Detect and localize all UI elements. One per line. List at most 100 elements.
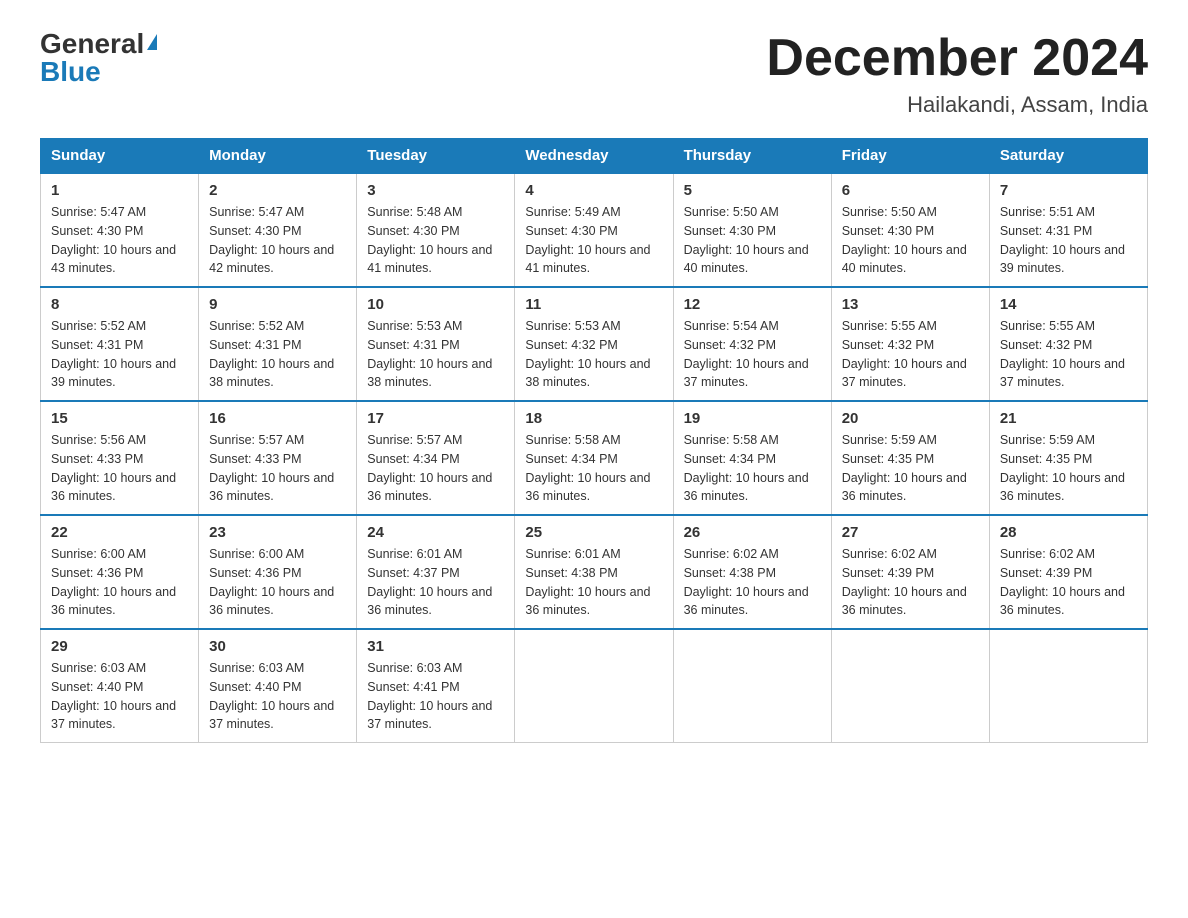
day-info: Sunrise: 6:00 AMSunset: 4:36 PMDaylight:… [209,545,346,620]
day-number: 18 [525,410,662,427]
day-number: 23 [209,524,346,541]
day-info: Sunrise: 5:55 AMSunset: 4:32 PMDaylight:… [1000,317,1137,392]
calendar-cell: 9 Sunrise: 5:52 AMSunset: 4:31 PMDayligh… [199,287,357,401]
col-header-wednesday: Wednesday [515,139,673,174]
day-info: Sunrise: 5:50 AMSunset: 4:30 PMDaylight:… [842,203,979,278]
day-number: 26 [684,524,821,541]
day-number: 15 [51,410,188,427]
calendar-cell: 14 Sunrise: 5:55 AMSunset: 4:32 PMDaylig… [989,287,1147,401]
calendar-cell: 25 Sunrise: 6:01 AMSunset: 4:38 PMDaylig… [515,515,673,629]
day-info: Sunrise: 5:59 AMSunset: 4:35 PMDaylight:… [1000,431,1137,506]
day-number: 31 [367,638,504,655]
day-info: Sunrise: 6:03 AMSunset: 4:40 PMDaylight:… [51,659,188,734]
day-number: 4 [525,182,662,199]
day-number: 22 [51,524,188,541]
day-number: 3 [367,182,504,199]
day-info: Sunrise: 5:47 AMSunset: 4:30 PMDaylight:… [209,203,346,278]
calendar-cell: 31 Sunrise: 6:03 AMSunset: 4:41 PMDaylig… [357,629,515,743]
calendar-week-row: 22 Sunrise: 6:00 AMSunset: 4:36 PMDaylig… [41,515,1148,629]
day-number: 13 [842,296,979,313]
calendar-cell [673,629,831,743]
day-info: Sunrise: 5:52 AMSunset: 4:31 PMDaylight:… [51,317,188,392]
calendar-cell: 15 Sunrise: 5:56 AMSunset: 4:33 PMDaylig… [41,401,199,515]
calendar-cell [831,629,989,743]
col-header-tuesday: Tuesday [357,139,515,174]
logo-triangle-icon [147,34,157,50]
day-info: Sunrise: 5:53 AMSunset: 4:31 PMDaylight:… [367,317,504,392]
calendar-cell: 17 Sunrise: 5:57 AMSunset: 4:34 PMDaylig… [357,401,515,515]
day-info: Sunrise: 5:52 AMSunset: 4:31 PMDaylight:… [209,317,346,392]
day-number: 16 [209,410,346,427]
calendar-cell: 7 Sunrise: 5:51 AMSunset: 4:31 PMDayligh… [989,173,1147,287]
day-info: Sunrise: 5:50 AMSunset: 4:30 PMDaylight:… [684,203,821,278]
day-number: 14 [1000,296,1137,313]
calendar-cell: 26 Sunrise: 6:02 AMSunset: 4:38 PMDaylig… [673,515,831,629]
calendar-cell [989,629,1147,743]
day-info: Sunrise: 6:02 AMSunset: 4:39 PMDaylight:… [1000,545,1137,620]
calendar-cell: 6 Sunrise: 5:50 AMSunset: 4:30 PMDayligh… [831,173,989,287]
calendar-cell: 24 Sunrise: 6:01 AMSunset: 4:37 PMDaylig… [357,515,515,629]
day-info: Sunrise: 5:59 AMSunset: 4:35 PMDaylight:… [842,431,979,506]
day-number: 29 [51,638,188,655]
day-info: Sunrise: 5:48 AMSunset: 4:30 PMDaylight:… [367,203,504,278]
calendar-week-row: 29 Sunrise: 6:03 AMSunset: 4:40 PMDaylig… [41,629,1148,743]
title-area: December 2024 Hailakandi, Assam, India [766,30,1148,118]
col-header-saturday: Saturday [989,139,1147,174]
day-number: 1 [51,182,188,199]
calendar-week-row: 1 Sunrise: 5:47 AMSunset: 4:30 PMDayligh… [41,173,1148,287]
calendar-cell: 4 Sunrise: 5:49 AMSunset: 4:30 PMDayligh… [515,173,673,287]
col-header-friday: Friday [831,139,989,174]
day-number: 5 [684,182,821,199]
location-title: Hailakandi, Assam, India [766,92,1148,118]
day-info: Sunrise: 6:01 AMSunset: 4:38 PMDaylight:… [525,545,662,620]
day-info: Sunrise: 5:51 AMSunset: 4:31 PMDaylight:… [1000,203,1137,278]
day-number: 19 [684,410,821,427]
day-info: Sunrise: 5:47 AMSunset: 4:30 PMDaylight:… [51,203,188,278]
calendar-cell: 18 Sunrise: 5:58 AMSunset: 4:34 PMDaylig… [515,401,673,515]
calendar-cell: 5 Sunrise: 5:50 AMSunset: 4:30 PMDayligh… [673,173,831,287]
day-info: Sunrise: 5:53 AMSunset: 4:32 PMDaylight:… [525,317,662,392]
calendar-week-row: 8 Sunrise: 5:52 AMSunset: 4:31 PMDayligh… [41,287,1148,401]
calendar-cell: 2 Sunrise: 5:47 AMSunset: 4:30 PMDayligh… [199,173,357,287]
calendar-cell: 10 Sunrise: 5:53 AMSunset: 4:31 PMDaylig… [357,287,515,401]
calendar-table: SundayMondayTuesdayWednesdayThursdayFrid… [40,138,1148,743]
day-info: Sunrise: 5:58 AMSunset: 4:34 PMDaylight:… [525,431,662,506]
day-info: Sunrise: 6:01 AMSunset: 4:37 PMDaylight:… [367,545,504,620]
page-header: General Blue December 2024 Hailakandi, A… [40,30,1148,118]
day-number: 30 [209,638,346,655]
calendar-cell: 20 Sunrise: 5:59 AMSunset: 4:35 PMDaylig… [831,401,989,515]
day-info: Sunrise: 6:02 AMSunset: 4:38 PMDaylight:… [684,545,821,620]
day-info: Sunrise: 6:03 AMSunset: 4:40 PMDaylight:… [209,659,346,734]
day-number: 20 [842,410,979,427]
day-number: 21 [1000,410,1137,427]
day-info: Sunrise: 5:56 AMSunset: 4:33 PMDaylight:… [51,431,188,506]
logo-blue-text: Blue [40,58,101,86]
month-title: December 2024 [766,30,1148,87]
day-info: Sunrise: 5:54 AMSunset: 4:32 PMDaylight:… [684,317,821,392]
day-info: Sunrise: 6:02 AMSunset: 4:39 PMDaylight:… [842,545,979,620]
calendar-cell: 8 Sunrise: 5:52 AMSunset: 4:31 PMDayligh… [41,287,199,401]
day-number: 8 [51,296,188,313]
calendar-cell: 1 Sunrise: 5:47 AMSunset: 4:30 PMDayligh… [41,173,199,287]
day-info: Sunrise: 5:58 AMSunset: 4:34 PMDaylight:… [684,431,821,506]
day-number: 2 [209,182,346,199]
calendar-cell: 12 Sunrise: 5:54 AMSunset: 4:32 PMDaylig… [673,287,831,401]
calendar-cell: 21 Sunrise: 5:59 AMSunset: 4:35 PMDaylig… [989,401,1147,515]
day-number: 17 [367,410,504,427]
day-number: 27 [842,524,979,541]
day-info: Sunrise: 6:03 AMSunset: 4:41 PMDaylight:… [367,659,504,734]
day-number: 24 [367,524,504,541]
day-info: Sunrise: 6:00 AMSunset: 4:36 PMDaylight:… [51,545,188,620]
day-number: 25 [525,524,662,541]
calendar-cell: 23 Sunrise: 6:00 AMSunset: 4:36 PMDaylig… [199,515,357,629]
calendar-cell: 16 Sunrise: 5:57 AMSunset: 4:33 PMDaylig… [199,401,357,515]
calendar-cell: 22 Sunrise: 6:00 AMSunset: 4:36 PMDaylig… [41,515,199,629]
calendar-cell: 3 Sunrise: 5:48 AMSunset: 4:30 PMDayligh… [357,173,515,287]
calendar-cell: 13 Sunrise: 5:55 AMSunset: 4:32 PMDaylig… [831,287,989,401]
day-info: Sunrise: 5:57 AMSunset: 4:33 PMDaylight:… [209,431,346,506]
col-header-sunday: Sunday [41,139,199,174]
day-number: 12 [684,296,821,313]
day-number: 28 [1000,524,1137,541]
day-number: 11 [525,296,662,313]
day-info: Sunrise: 5:49 AMSunset: 4:30 PMDaylight:… [525,203,662,278]
